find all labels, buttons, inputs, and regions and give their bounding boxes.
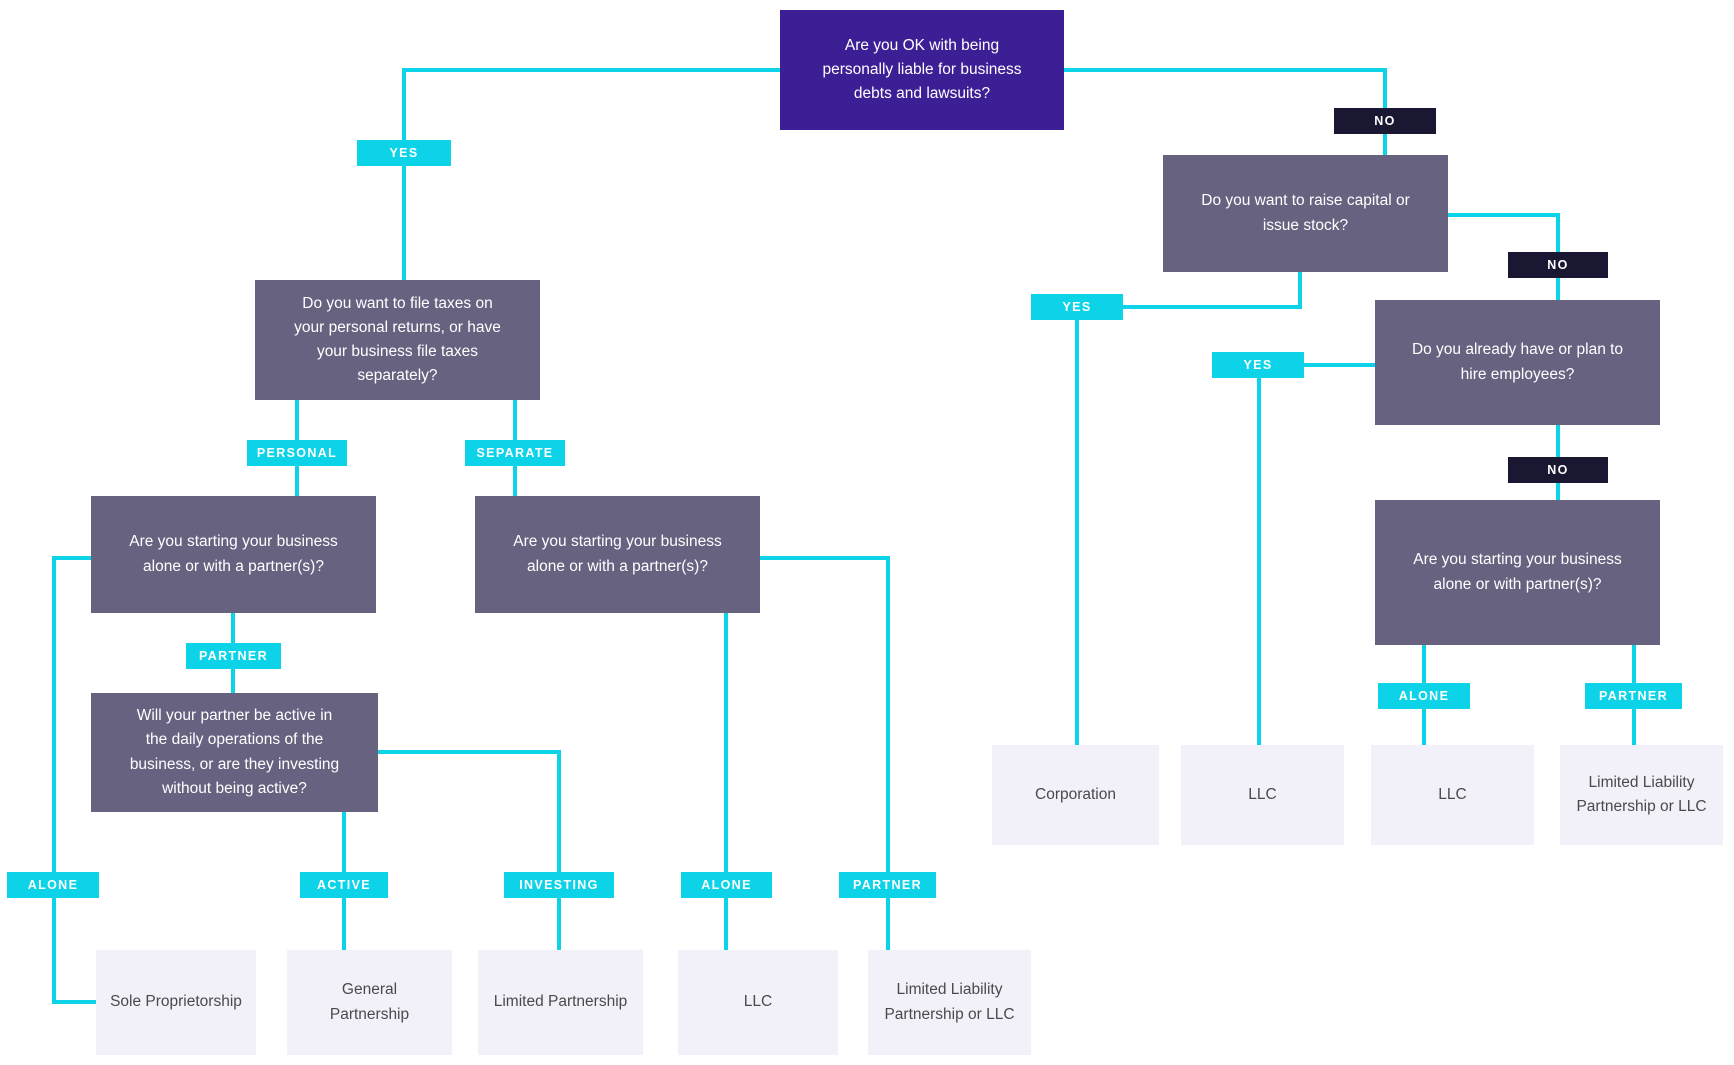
wire-capital-no bbox=[1448, 213, 1560, 252]
wire-alonepersonal-alone bbox=[52, 556, 91, 872]
node-text: Do you want to file taxes on your person… bbox=[294, 294, 501, 385]
result-limited-partnership[interactable]: Limited Partnership bbox=[478, 950, 643, 1055]
node-raise-capital-question[interactable]: Do you want to raise capital or issue st… bbox=[1163, 155, 1448, 272]
edge-label-yes-capital[interactable]: YES bbox=[1031, 294, 1123, 320]
node-text: Are you starting your business alone or … bbox=[1413, 551, 1622, 593]
edge-label-text: ALONE bbox=[27, 878, 79, 892]
edge-label-yes-employees[interactable]: YES bbox=[1212, 352, 1304, 378]
wire-alone-to-sole-prop bbox=[52, 898, 96, 1004]
edge-label-text: NO bbox=[1547, 463, 1569, 477]
node-text: LLC bbox=[743, 993, 773, 1011]
edge-label-text: ALONE bbox=[701, 878, 752, 892]
result-llc-separate[interactable]: LLC bbox=[678, 950, 838, 1055]
node-text: Corporation bbox=[1035, 785, 1116, 803]
edge-label-text: YES bbox=[1243, 358, 1273, 372]
edge-label-no-employees[interactable]: NO bbox=[1508, 457, 1608, 483]
node-text: Sole Proprietorship bbox=[110, 993, 242, 1011]
edge-label-active[interactable]: ACTIVE bbox=[300, 872, 388, 898]
edge-label-text: PERSONAL bbox=[256, 446, 338, 460]
edge-label-text: INVESTING bbox=[519, 878, 599, 892]
edge-label-text: YES bbox=[389, 146, 419, 160]
node-tax-filing-question[interactable]: Do you want to file taxes on your person… bbox=[255, 280, 540, 400]
node-alone-or-partner-separate-question[interactable]: Are you starting your business alone or … bbox=[475, 496, 760, 613]
node-alone-or-partner-personal-question[interactable]: Are you starting your business alone or … bbox=[91, 496, 376, 613]
result-llc-alone[interactable]: LLC bbox=[1371, 745, 1534, 845]
wire-aloneseparate-partner bbox=[760, 556, 890, 872]
result-corporation[interactable]: Corporation bbox=[992, 745, 1159, 845]
edge-label-no-root[interactable]: NO bbox=[1334, 108, 1436, 134]
edge-label-text: SEPARATE bbox=[476, 446, 554, 460]
wire-root-no bbox=[1064, 68, 1387, 108]
edge-label-text: PARTNER bbox=[1599, 689, 1668, 703]
edge-label-partner-right[interactable]: PARTNER bbox=[1585, 683, 1682, 709]
edge-label-yes-root[interactable]: YES bbox=[357, 140, 451, 166]
edge-label-text: ACTIVE bbox=[317, 878, 371, 892]
node-text: Are you starting your business alone or … bbox=[129, 533, 338, 575]
node-text: Limited Liability Partnership or LLC bbox=[884, 981, 1015, 1023]
edge-label-text: YES bbox=[1062, 300, 1092, 314]
edge-label-alone-far-left[interactable]: ALONE bbox=[7, 872, 99, 898]
result-sole-proprietorship[interactable]: Sole Proprietorship bbox=[96, 950, 256, 1055]
edge-label-no-capital[interactable]: NO bbox=[1508, 252, 1608, 278]
node-text: Limited Liability Partnership or LLC bbox=[1576, 773, 1707, 815]
edge-label-investing[interactable]: INVESTING bbox=[504, 872, 614, 898]
edge-label-alone-mid[interactable]: ALONE bbox=[681, 872, 772, 898]
node-text: Will your partner be active in the daily… bbox=[129, 707, 340, 797]
edge-label-text: NO bbox=[1374, 114, 1396, 128]
edge-label-separate[interactable]: SEPARATE bbox=[465, 440, 565, 466]
result-llc-employees[interactable]: LLC bbox=[1181, 745, 1344, 845]
edge-label-text: NO bbox=[1547, 258, 1569, 272]
edge-label-text: PARTNER bbox=[199, 649, 268, 663]
node-text: Are you starting your business alone or … bbox=[513, 533, 722, 575]
edge-label-partner-mid[interactable]: PARTNER bbox=[839, 872, 936, 898]
result-llp-or-llc-right[interactable]: Limited Liability Partnership or LLC bbox=[1560, 745, 1723, 845]
node-text: Limited Partnership bbox=[493, 993, 628, 1011]
node-text: General Partnership bbox=[329, 981, 410, 1023]
node-text: Are you OK with being personally liable … bbox=[822, 36, 1022, 102]
result-general-partnership[interactable]: General Partnership bbox=[287, 950, 452, 1055]
node-text: LLC bbox=[1248, 785, 1277, 803]
node-text: Do you already have or plan to hire empl… bbox=[1411, 341, 1624, 383]
wire-activeq-investing bbox=[377, 750, 561, 872]
edge-label-text: PARTNER bbox=[853, 878, 922, 892]
edge-label-alone-right[interactable]: ALONE bbox=[1378, 683, 1470, 709]
node-hire-employees-question[interactable]: Do you already have or plan to hire empl… bbox=[1375, 300, 1660, 425]
node-partner-active-question[interactable]: Will your partner be active in the daily… bbox=[91, 693, 378, 812]
node-alone-or-partner-right-question[interactable]: Are you starting your business alone or … bbox=[1375, 500, 1660, 645]
node-text: LLC bbox=[1438, 785, 1467, 803]
wire-root-yes bbox=[402, 68, 780, 140]
node-text: Do you want to raise capital or issue st… bbox=[1201, 192, 1410, 234]
edge-label-personal[interactable]: PERSONAL bbox=[247, 440, 347, 466]
result-llp-or-llc-left[interactable]: Limited Liability Partnership or LLC bbox=[868, 950, 1031, 1055]
flowchart-canvas: Are you OK with being personally liable … bbox=[0, 0, 1734, 1065]
node-root-liability-question[interactable]: Are you OK with being personally liable … bbox=[780, 10, 1064, 130]
edge-label-text: ALONE bbox=[1398, 689, 1450, 703]
edge-label-partner-left[interactable]: PARTNER bbox=[186, 643, 281, 669]
